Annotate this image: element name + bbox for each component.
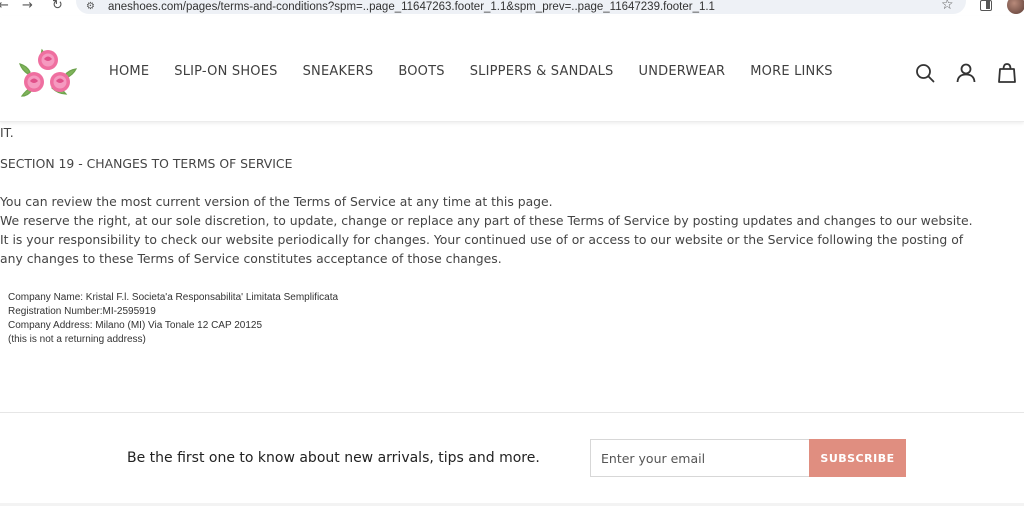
section-heading: SECTION 19 - CHANGES TO TERMS OF SERVICE: [0, 156, 293, 171]
nav-boots[interactable]: BOOTS: [398, 64, 444, 79]
section-divider: [0, 412, 1024, 413]
cart-bag-icon[interactable]: [996, 62, 1018, 84]
paragraph-line: any changes to these Terms of Service co…: [0, 251, 502, 266]
nav-more-links[interactable]: MORE LINKS: [750, 64, 832, 79]
text-fragment: IT.: [0, 125, 14, 140]
company-name: Company Name: Kristal F.l. Societa'a Res…: [8, 292, 339, 303]
url-text[interactable]: aneshoes.com/pages/terms-and-conditions?…: [108, 0, 715, 14]
forward-arrow-icon[interactable]: →: [22, 0, 33, 14]
rose-logo[interactable]: [18, 44, 78, 100]
search-icon[interactable]: [914, 62, 936, 84]
subscribe-button[interactable]: SUBSCRIBE: [809, 439, 906, 477]
paragraph-line: You can review the most current version …: [0, 194, 553, 209]
newsletter-title: Be the first one to know about new arriv…: [127, 450, 540, 466]
site-info-icon[interactable]: ⚙: [86, 0, 95, 14]
site-header: HOME SLIP-ON SHOES SNEAKERS BOOTS SLIPPE…: [0, 16, 1024, 122]
nav-slippers-sandals[interactable]: SLIPPERS & SANDALS: [470, 64, 614, 79]
company-address: Company Address: Milano (MI) Via Tonale …: [8, 320, 263, 331]
back-arrow-icon[interactable]: ←: [0, 0, 9, 14]
bookmark-star-icon[interactable]: ☆: [941, 0, 954, 13]
nav-home[interactable]: HOME: [109, 64, 149, 79]
profile-avatar[interactable]: [1007, 0, 1024, 14]
main-nav: HOME SLIP-ON SHOES SNEAKERS BOOTS SLIPPE…: [109, 64, 858, 79]
registration-number: Registration Number:MI-2595919: [8, 306, 156, 317]
nav-sneakers[interactable]: SNEAKERS: [303, 64, 374, 79]
side-panel-icon[interactable]: [980, 0, 992, 11]
nav-underwear[interactable]: UNDERWEAR: [638, 64, 725, 79]
paragraph-line: We reserve the right, at our sole discre…: [0, 213, 973, 228]
nav-slip-on-shoes[interactable]: SLIP-ON SHOES: [174, 64, 277, 79]
browser-toolbar: ← → ↻ ⚙ aneshoes.com/pages/terms-and-con…: [0, 0, 1024, 16]
address-note: (this is not a returning address): [8, 334, 146, 345]
account-icon[interactable]: [955, 62, 977, 84]
paragraph-line: It is your responsibility to check our w…: [0, 232, 964, 247]
reload-icon[interactable]: ↻: [52, 0, 63, 14]
email-input[interactable]: [590, 439, 809, 477]
